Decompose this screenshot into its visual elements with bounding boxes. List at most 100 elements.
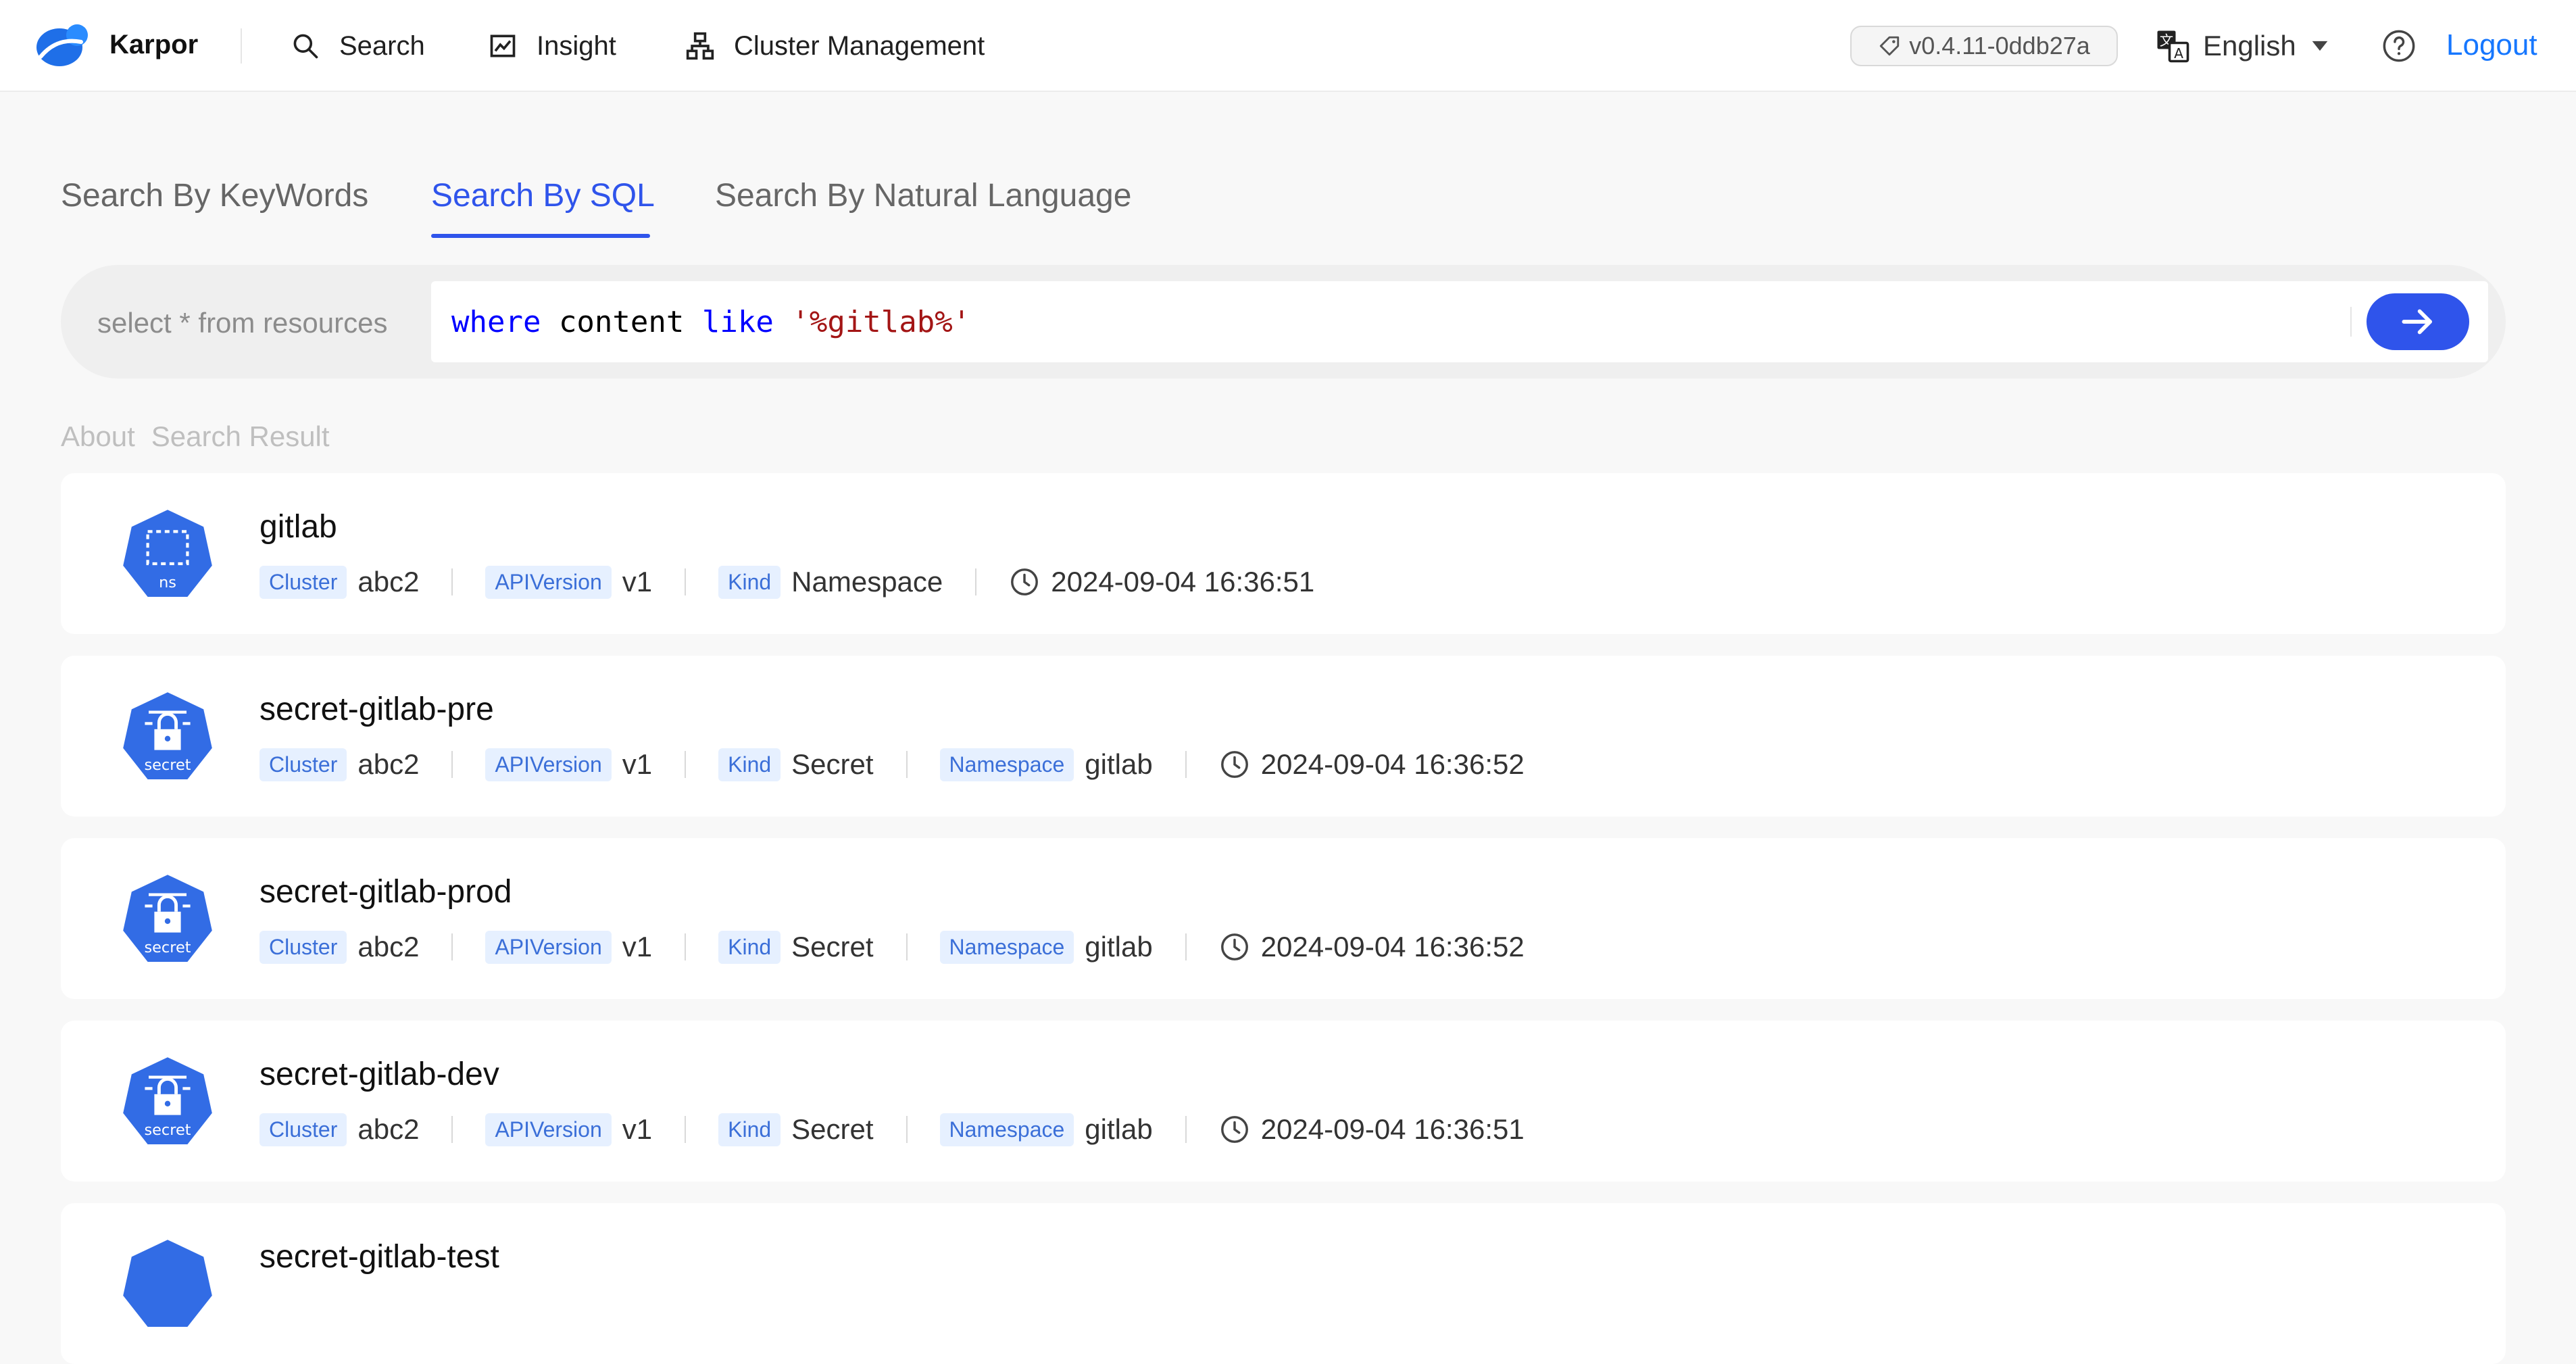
divider [685, 568, 687, 595]
nav-insight[interactable]: Insight [488, 27, 616, 65]
translate-icon: 文 A [2157, 30, 2189, 63]
karpor-logo-icon[interactable] [34, 22, 92, 69]
result-card[interactable]: ns gitlab Cluster abc2 APIVersion v1 Kin… [61, 473, 2506, 634]
help-icon[interactable] [2381, 28, 2417, 64]
cluster-tag: Cluster [259, 748, 347, 781]
clock-icon [1220, 933, 1248, 960]
nav-search-label: Search [339, 30, 425, 61]
divider [685, 933, 687, 960]
apiversion-tag: APIVersion [485, 565, 612, 599]
divider [906, 1116, 908, 1143]
secret-icon [123, 1240, 212, 1327]
resource-name[interactable]: secret-gitlab-test [259, 1238, 499, 1275]
sql-query-input[interactable]: where content like '%gitlab%' [431, 281, 2488, 362]
namespace-tag: Namespace [939, 748, 1074, 781]
result-card[interactable]: secret secret-gitlab-prod Cluster abc2 A… [61, 838, 2506, 999]
cluster-value: abc2 [357, 748, 420, 780]
kind-tag: Kind [718, 1113, 781, 1146]
cluster-tag: Cluster [259, 930, 347, 964]
timestamp-value: 2024-09-04 16:36:51 [1260, 1113, 1525, 1145]
apiversion-tag: APIVersion [485, 748, 612, 781]
resource-name[interactable]: secret-gitlab-prod [259, 873, 512, 910]
timestamp-value: 2024-09-04 16:36:51 [1051, 566, 1315, 598]
icon-label: secret [144, 756, 191, 774]
resource-meta: Cluster abc2 APIVersion v1 Kind Namespac… [259, 564, 1314, 600]
kind-value: Secret [791, 748, 874, 780]
kind-value: Secret [791, 1113, 874, 1145]
top-nav: Karpor Search Insight Cluster Management [0, 0, 2576, 92]
search-result-label: Search Result [151, 420, 330, 452]
resource-meta: Cluster abc2 APIVersion v1 Kind Secret N… [259, 929, 1525, 965]
resource-name[interactable]: secret-gitlab-pre [259, 691, 494, 728]
about-label: About [61, 420, 135, 452]
kind-value: Secret [791, 931, 874, 963]
timestamp-value: 2024-09-04 16:36:52 [1260, 931, 1525, 963]
tab-search-by-natural-language[interactable]: Search By Natural Language [715, 177, 1131, 214]
cluster-icon [686, 32, 714, 60]
input-divider [2350, 307, 2352, 337]
sql-token-keyword: like [701, 304, 774, 339]
divider [1185, 933, 1187, 960]
nav-search[interactable]: Search [291, 27, 425, 65]
divider [451, 568, 453, 595]
divider [451, 1116, 453, 1143]
kind-tag: Kind [718, 930, 781, 964]
sql-prefix: select * from resources [97, 307, 388, 339]
kind-value: Namespace [791, 566, 943, 598]
language-selector[interactable]: 文 A English [2154, 26, 2331, 66]
clock-icon [1220, 1116, 1248, 1143]
clock-icon [1220, 751, 1248, 778]
resource-name[interactable]: secret-gitlab-dev [259, 1056, 499, 1093]
result-summary: About Search Result [61, 420, 346, 453]
timestamp: 2024-09-04 16:36:51 [1009, 566, 1314, 598]
timestamp: 2024-09-04 16:36:52 [1219, 748, 1525, 781]
logout-link[interactable]: Logout [2446, 28, 2537, 62]
cluster-value: abc2 [357, 566, 420, 598]
tab-search-by-keywords[interactable]: Search By KeyWords [61, 177, 368, 214]
namespace-value: gitlab [1085, 1113, 1153, 1145]
sql-token-string: '%gitlab%' [791, 304, 971, 339]
apiversion-value: v1 [622, 748, 653, 780]
arrow-right-icon [2402, 309, 2432, 335]
nav-insight-label: Insight [537, 30, 616, 61]
namespace-tag: Namespace [939, 1113, 1074, 1146]
divider [975, 568, 977, 595]
resource-meta: Cluster abc2 APIVersion v1 Kind Secret N… [259, 1111, 1525, 1148]
secret-icon: secret [123, 1057, 212, 1144]
sql-token-keyword: where [451, 304, 541, 339]
chart-icon [490, 34, 516, 57]
icon-label: secret [144, 1121, 191, 1139]
resource-name[interactable]: gitlab [259, 508, 337, 545]
active-tab-indicator [431, 234, 650, 238]
caret-down-icon [2312, 41, 2328, 51]
version-label: v0.4.11-0ddb27a [1909, 32, 2090, 59]
resource-meta: Cluster abc2 APIVersion v1 Kind Secret N… [259, 746, 1525, 783]
sql-token-plain [774, 305, 792, 339]
divider [906, 751, 908, 778]
apiversion-value: v1 [622, 931, 653, 963]
brand-name[interactable]: Karpor [109, 30, 198, 60]
nav-cluster-management[interactable]: Cluster Management [685, 27, 985, 65]
icon-label: secret [144, 939, 191, 956]
divider [451, 933, 453, 960]
result-card[interactable]: secret secret-gitlab-dev Cluster abc2 AP… [61, 1021, 2506, 1182]
divider [451, 751, 453, 778]
divider [1185, 751, 1187, 778]
search-icon [293, 34, 318, 59]
version-tag: v0.4.11-0ddb27a [1850, 26, 2118, 66]
nav-divider [241, 28, 242, 64]
icon-label: ns [159, 574, 176, 591]
divider [685, 1116, 687, 1143]
result-card[interactable]: secret-gitlab-test [61, 1203, 2506, 1364]
timestamp: 2024-09-04 16:36:51 [1219, 1113, 1525, 1146]
result-card[interactable]: secret secret-gitlab-pre Cluster abc2 AP… [61, 656, 2506, 817]
apiversion-tag: APIVersion [485, 930, 612, 964]
sql-token-plain: content [541, 304, 702, 339]
cluster-tag: Cluster [259, 1113, 347, 1146]
search-submit-button[interactable] [2367, 293, 2469, 350]
kind-tag: Kind [718, 565, 781, 599]
timestamp-value: 2024-09-04 16:36:52 [1260, 748, 1525, 780]
cluster-tag: Cluster [259, 565, 347, 599]
cluster-value: abc2 [357, 1113, 420, 1145]
tab-search-by-sql[interactable]: Search By SQL [431, 177, 655, 214]
